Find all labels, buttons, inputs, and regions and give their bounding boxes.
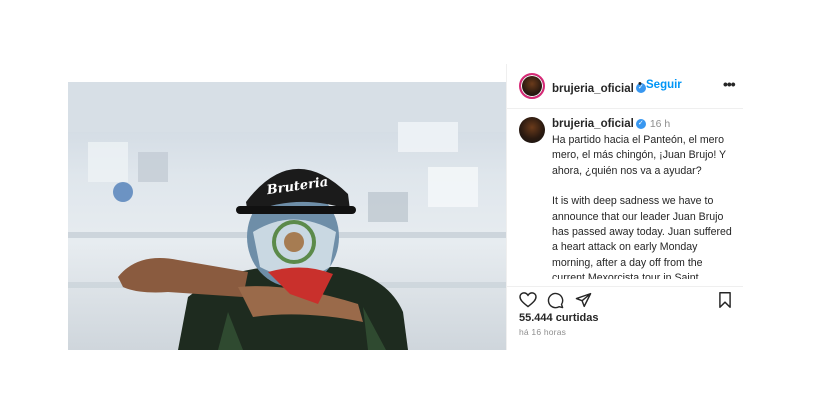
header-username-row: brujeria_oficial ✓	[552, 79, 646, 97]
follow-button[interactable]: Seguir	[646, 79, 682, 91]
caption-text: Ha partido hacia el Panteón, el mero mer…	[552, 133, 732, 279]
caption-paragraph-spanish: Ha partido hacia el Panteón, el mero mer…	[552, 134, 726, 177]
post-photo[interactable]: Bruteria	[68, 82, 506, 350]
heart-icon[interactable]	[519, 292, 537, 313]
caption-avatar[interactable]	[519, 117, 545, 143]
header-username[interactable]: brujeria_oficial	[552, 83, 634, 95]
likes-count[interactable]: 55.444 curtidas	[519, 312, 599, 324]
comment-icon[interactable]	[547, 292, 564, 314]
avatar[interactable]	[519, 73, 545, 99]
verified-badge-icon: ✓	[635, 118, 646, 129]
caption-username[interactable]: brujeria_oficial	[552, 118, 634, 130]
separator-dot: •	[638, 78, 642, 90]
share-icon[interactable]	[575, 292, 592, 313]
photo-illustration: Bruteria	[68, 82, 506, 350]
bookmark-icon[interactable]	[718, 292, 732, 313]
caption-comment: brujeria_oficial ✓ 16 h Ha partido hacia e…	[507, 109, 743, 279]
caption-paragraph-english: It is with deep sadness we have to annou…	[552, 195, 732, 279]
instagram-post: Bruteria brujeria_oficial ✓ • Seguir ••• …	[68, 64, 743, 350]
action-bar	[507, 286, 743, 311]
post-header: brujeria_oficial ✓ • Seguir •••	[507, 64, 743, 109]
caption-time[interactable]: 16 h	[650, 118, 670, 130]
post-sidebar: brujeria_oficial ✓ • Seguir ••• brujeria_…	[506, 64, 743, 350]
caption-header: brujeria_oficial ✓ 16 h	[552, 118, 670, 130]
more-options-icon[interactable]: •••	[723, 76, 736, 92]
posted-time: há 16 horas	[519, 327, 567, 337]
